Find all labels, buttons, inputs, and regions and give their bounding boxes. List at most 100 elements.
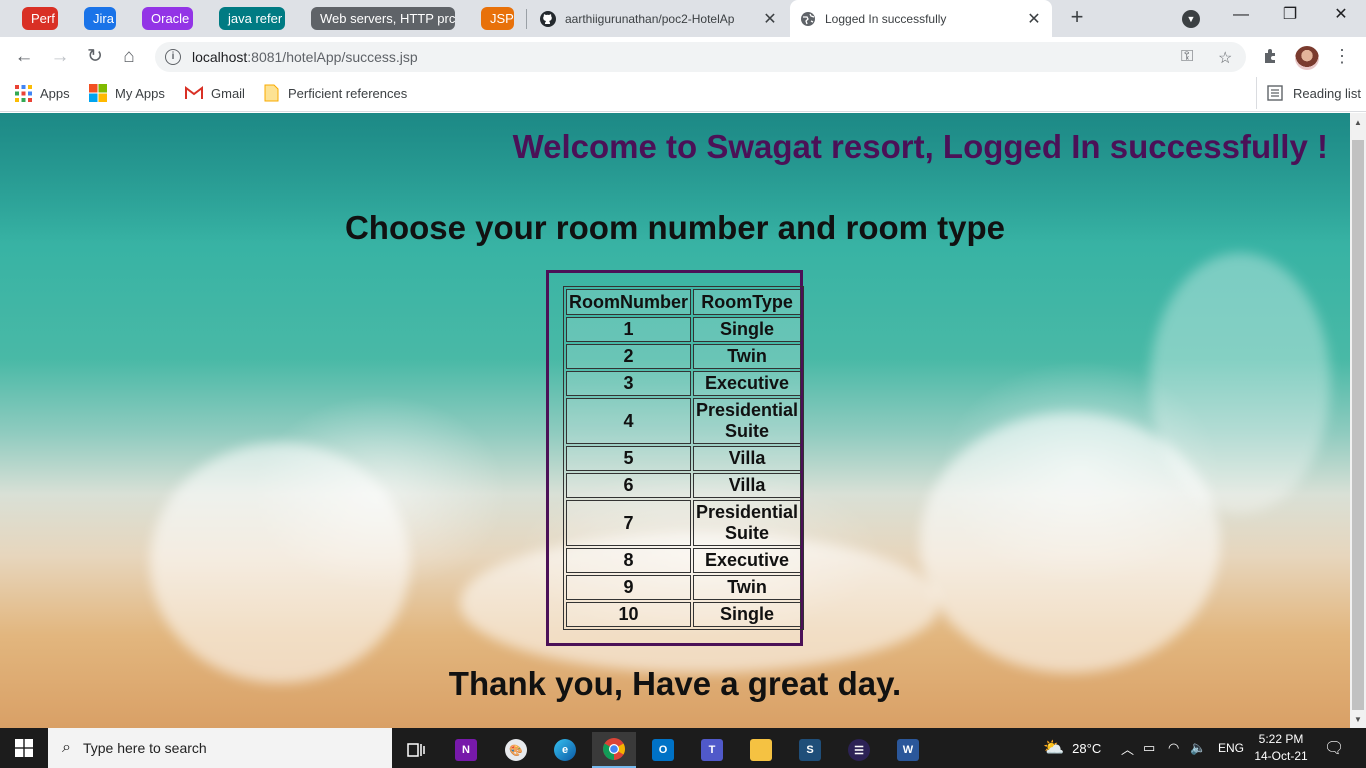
vertical-scrollbar[interactable]: ▲ ▼ — [1350, 113, 1366, 728]
outlook-icon: O — [652, 739, 674, 761]
bookmark-perficient[interactable]: Perficient references — [264, 77, 407, 109]
back-button[interactable]: ← — [11, 44, 37, 70]
file-explorer-app[interactable] — [739, 732, 783, 768]
tab-title: Logged In successfully — [825, 11, 947, 26]
home-button[interactable]: ⌂ — [116, 44, 142, 70]
start-button[interactable] — [0, 728, 48, 768]
maximize-button[interactable]: ❐ — [1267, 0, 1313, 32]
forward-button[interactable]: → — [47, 44, 73, 70]
taskbar-search-input[interactable]: ⌕ Type here to search — [48, 728, 392, 768]
clock-date: 14-Oct-21 — [1254, 749, 1308, 763]
room-number-cell: 6 — [566, 473, 692, 498]
table-row: 5 Villa — [566, 446, 802, 471]
tab-group-label: Jira — [93, 11, 114, 26]
reading-list-button[interactable]: Reading list — [1256, 77, 1361, 109]
close-icon[interactable]: ✕ — [760, 9, 780, 29]
bookmark-label: Gmail — [211, 85, 245, 101]
tab-group-jsp[interactable]: JSP — [481, 7, 514, 30]
scrollbar-thumb[interactable] — [1352, 140, 1364, 710]
room-type-cell: Villa — [693, 473, 802, 498]
rooms-table: RoomNumber RoomType 1 Single 2 Twin 3 Ex… — [563, 286, 805, 630]
teams-icon: T — [701, 739, 723, 761]
network-battery-icon[interactable]: ▭ — [1143, 728, 1155, 768]
tray-overflow-icon[interactable]: ︿ — [1121, 728, 1134, 768]
tab-search-icon[interactable]: ▼ — [1182, 10, 1200, 28]
tab-group-java-refer[interactable]: java refer — [219, 7, 285, 30]
key-icon[interactable]: ⚿ — [1181, 48, 1193, 66]
bookmark-apps[interactable]: Apps — [15, 77, 70, 109]
address-bar[interactable]: i localhost:8081/hotelApp/success.jsp ⚿ … — [155, 42, 1246, 72]
chrome-app[interactable] — [592, 732, 636, 768]
tab-group-label: Perf — [31, 11, 55, 26]
menu-icon[interactable]: ⋮ — [1333, 45, 1351, 67]
onenote-icon: N — [455, 739, 477, 761]
search-icon: ⌕ — [62, 739, 71, 756]
tab-github[interactable]: aarthiigurunathan/poc2-HotelAp ✕ — [530, 0, 788, 37]
tab-group-label: Web servers, HTTP prc — [320, 11, 455, 26]
task-view-button[interactable] — [395, 732, 439, 768]
table-row: 10 Single — [566, 602, 802, 627]
wifi-icon[interactable]: ◠ — [1168, 728, 1179, 768]
reading-list-label: Reading list — [1293, 85, 1361, 101]
outlook-app[interactable]: O — [641, 732, 685, 768]
sql-developer-app[interactable]: S — [788, 732, 832, 768]
paint-app[interactable]: 🎨 — [494, 732, 538, 768]
room-type-cell: Single — [693, 317, 802, 342]
new-tab-button[interactable]: + — [1066, 6, 1088, 29]
room-number-cell: 10 — [566, 602, 692, 627]
thanks-message: Thank you, Have a great day. — [448, 665, 902, 702]
language-indicator[interactable]: ENG — [1218, 728, 1244, 768]
bookmark-star-icon[interactable]: ☆ — [1218, 48, 1232, 68]
eclipse-icon: ☰ — [848, 739, 870, 761]
microsoft-icon — [89, 84, 107, 102]
table-row: 1 Single — [566, 317, 802, 342]
edge-icon: e — [554, 739, 576, 761]
bookmark-my-apps[interactable]: My Apps — [89, 77, 165, 109]
scroll-down-arrow[interactable]: ▼ — [1350, 712, 1366, 728]
room-type-cell: Presidential Suite — [693, 398, 802, 444]
weather-widget[interactable]: ⛅ 28°C — [1043, 728, 1101, 768]
tab-group-web-servers[interactable]: Web servers, HTTP prc — [311, 7, 455, 30]
tab-group-perf[interactable]: Perf — [22, 7, 58, 30]
table-row: 9 Twin — [566, 575, 802, 600]
bookmark-gmail[interactable]: Gmail — [185, 77, 245, 109]
word-app[interactable]: W — [886, 732, 930, 768]
tab-logged-in[interactable]: Logged In successfully ✕ — [790, 0, 1052, 37]
window-close-button[interactable]: ✕ — [1318, 0, 1364, 32]
tab-title: aarthiigurunathan/poc2-HotelAp — [565, 11, 735, 26]
volume-icon[interactable]: 🔈 — [1190, 728, 1206, 768]
edge-app[interactable]: e — [543, 732, 587, 768]
close-icon[interactable]: ✕ — [1024, 9, 1044, 29]
tab-group-label: Oracle — [151, 11, 190, 26]
onenote-app[interactable]: N — [444, 732, 488, 768]
room-type-cell: Twin — [693, 575, 802, 600]
url-path: :8081/hotelApp/success.jsp — [247, 49, 418, 65]
reload-button[interactable]: ↻ — [82, 44, 108, 70]
room-number-cell: 5 — [566, 446, 692, 471]
search-placeholder: Type here to search — [82, 740, 207, 756]
background-foam — [1150, 253, 1330, 513]
welcome-heading: Welcome to Swagat resort, Logged In succ… — [512, 128, 1328, 165]
scroll-up-arrow[interactable]: ▲ — [1350, 115, 1366, 131]
room-number-cell: 1 — [566, 317, 692, 342]
tab-group-oracle[interactable]: Oracle — [142, 7, 193, 30]
room-type-cell: Executive — [693, 548, 802, 573]
table-row: 6 Villa — [566, 473, 802, 498]
room-number-cell: 3 — [566, 371, 692, 396]
room-type-cell: Single — [693, 602, 802, 627]
profile-avatar[interactable] — [1295, 46, 1319, 70]
url-host: localhost — [192, 49, 248, 65]
info-icon[interactable]: i — [165, 49, 181, 65]
url-text[interactable]: localhost:8081/hotelApp/success.jsp — [192, 42, 418, 72]
browser-toolbar: ← → ↻ ⌂ i localhost:8081/hotelApp/succes… — [0, 37, 1366, 77]
notifications-icon[interactable]: 🗨 — [1324, 728, 1344, 768]
gmail-icon — [185, 86, 203, 100]
tab-separator — [526, 9, 527, 29]
weather-icon: ⛅ — [1043, 738, 1065, 757]
extensions-icon[interactable] — [1261, 47, 1281, 67]
teams-app[interactable]: T — [690, 732, 734, 768]
clock[interactable]: 5:22 PM 14-Oct-21 — [1250, 731, 1312, 765]
minimize-button[interactable]: — — [1218, 0, 1264, 32]
eclipse-app[interactable]: ☰ — [837, 732, 881, 768]
tab-group-jira[interactable]: Jira — [84, 7, 116, 30]
